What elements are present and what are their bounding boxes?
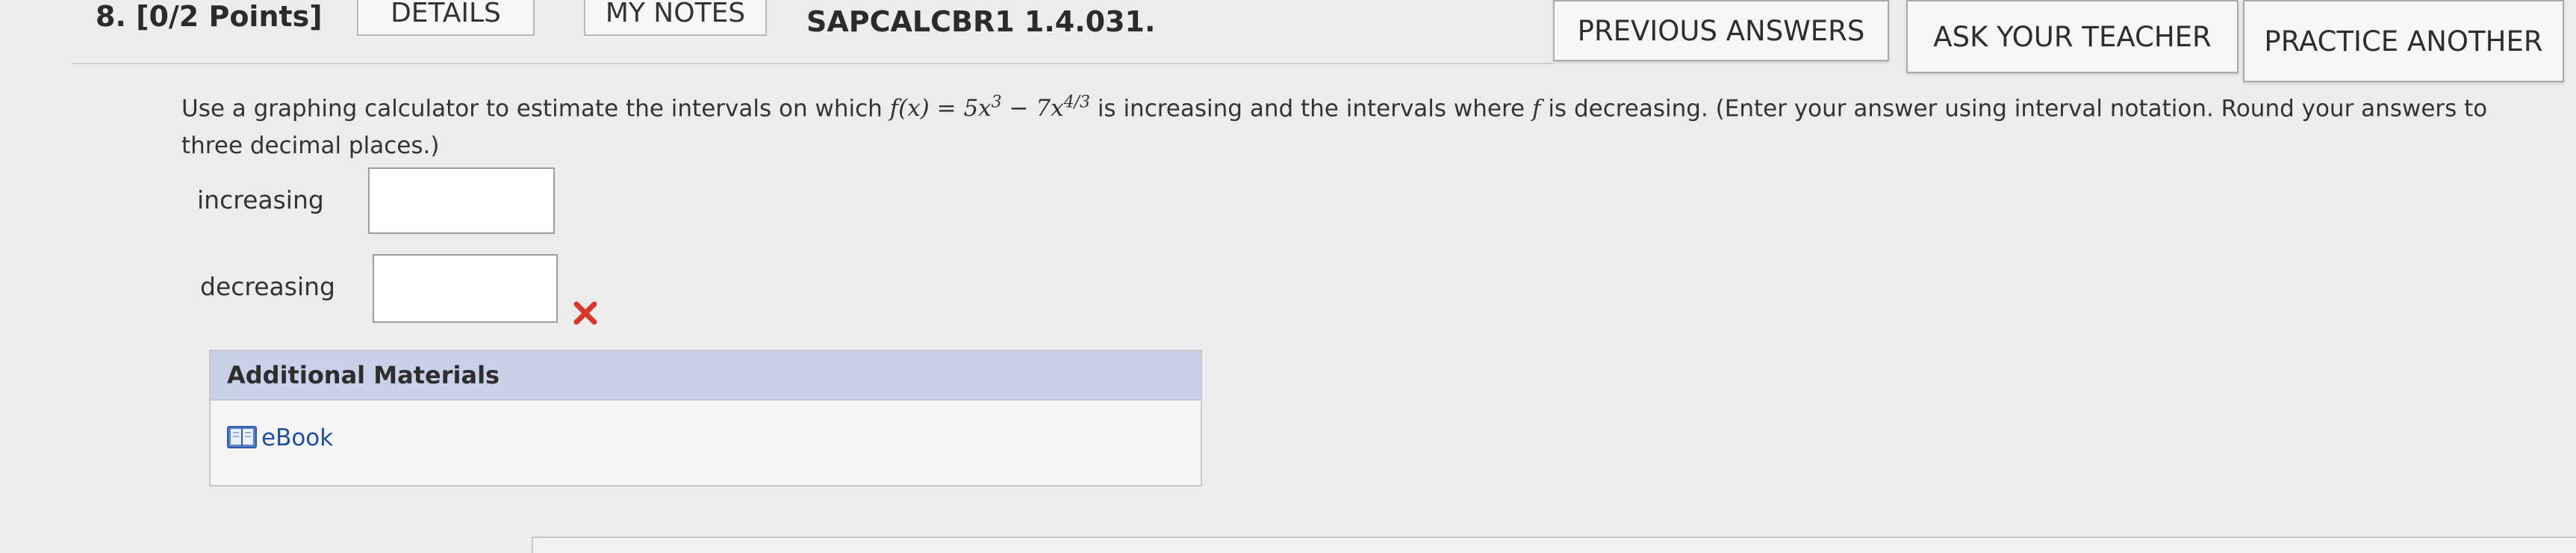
ask-your-teacher-button[interactable]: ASK YOUR TEACHER	[1906, 0, 2239, 73]
assignment-id: SAPCALCBR1 1.4.031.	[806, 5, 1156, 38]
ebook-link[interactable]: eBook	[227, 424, 333, 451]
incorrect-x-icon	[573, 301, 597, 325]
function-expression: f(x) = 5x3 − 7x4/3	[889, 93, 1090, 123]
question-header: 8. [0/2 Points] DETAILS MY NOTES SAPCALC…	[0, 0, 2576, 82]
tab-my-notes[interactable]: MY NOTES	[584, 0, 767, 36]
question-number: 8. [0/2 Points]	[96, 0, 323, 33]
question-intro: Use a graphing calculator to estimate th…	[181, 95, 890, 123]
question-text: Use a graphing calculator to estimate th…	[181, 84, 2556, 164]
increasing-answer-input[interactable]	[368, 167, 555, 234]
decreasing-answer-input[interactable]	[373, 254, 558, 323]
question-middle: is increasing and the intervals where	[1089, 95, 1532, 123]
practice-another-button[interactable]: PRACTICE ANOTHER	[2243, 0, 2564, 82]
ebook-label: eBook	[261, 424, 334, 451]
function-part-2: − 7x	[1001, 95, 1064, 123]
previous-answers-button[interactable]: PREVIOUS ANSWERS	[1553, 0, 1889, 61]
decreasing-label: decreasing	[200, 272, 335, 301]
function-part-1: f(x) = 5x	[889, 95, 992, 123]
additional-materials-panel: Additional Materials eBook	[209, 350, 1202, 486]
exponent-2: 4/3	[1063, 93, 1090, 112]
book-icon	[227, 426, 257, 448]
f-symbol: f	[1531, 95, 1541, 123]
additional-materials-title: Additional Materials	[211, 351, 1201, 401]
header-divider	[72, 63, 1554, 64]
tab-details[interactable]: DETAILS	[357, 0, 535, 36]
increasing-label: increasing	[197, 185, 324, 214]
exponent-1: 3	[991, 93, 1002, 112]
next-question-edge	[532, 537, 2576, 553]
